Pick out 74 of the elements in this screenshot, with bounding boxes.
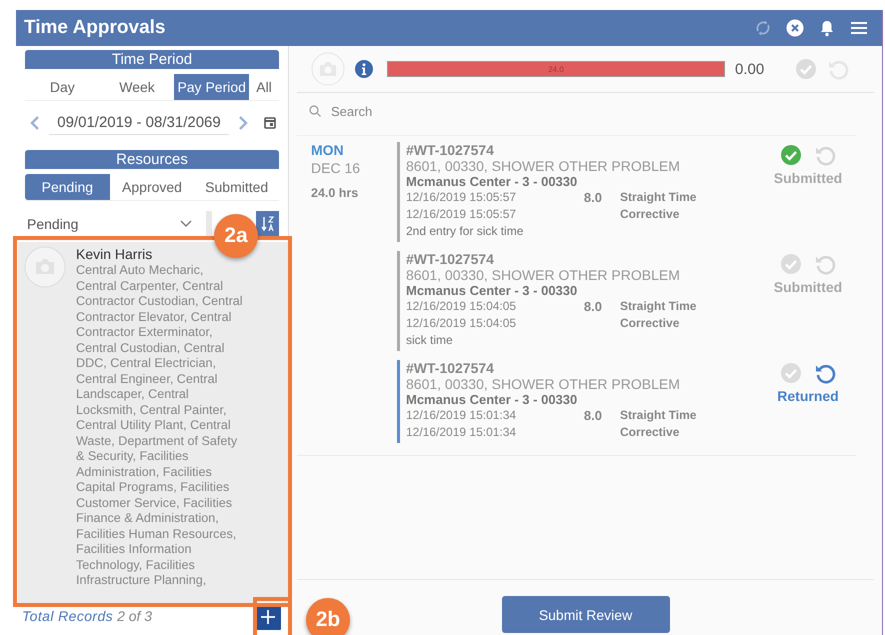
chevron-right-icon[interactable]: [237, 115, 249, 131]
undo-icon[interactable]: [814, 362, 836, 384]
period-tab[interactable]: All: [249, 74, 280, 100]
period-tab[interactable]: Week: [100, 74, 174, 100]
sort-button[interactable]: [256, 211, 279, 237]
sort-icon: [260, 215, 274, 233]
entry-note: 2nd entry for sick time: [406, 223, 524, 240]
location-label: Mcmanus Center - 3 - 00330: [406, 392, 578, 407]
status-tab[interactable]: Pending: [25, 174, 110, 200]
period-tab[interactable]: Pay Period: [174, 74, 250, 100]
filter-dropdown[interactable]: Pending: [27, 216, 200, 232]
work-order-title: 8601, 00330, SHOWER OTHER PROBLEM: [406, 158, 681, 174]
work-order-title: 8601, 00330, SHOWER OTHER PROBLEM: [406, 267, 681, 283]
end-time: 12/16/2019 15:04:05: [406, 315, 518, 332]
check-icon[interactable]: [780, 144, 802, 166]
period-tab[interactable]: Day: [25, 74, 100, 100]
weekday-label: MON: [311, 142, 345, 158]
pay-type: Straight Time: [620, 189, 698, 206]
search-icon: [309, 105, 321, 117]
total-records-label: Total Records: [22, 608, 114, 624]
entry-hours: 8.0: [582, 407, 602, 424]
location-label: Mcmanus Center - 3 - 00330: [406, 283, 578, 298]
work-order-title: 8601, 00330, SHOWER OTHER PROBLEM: [406, 376, 681, 392]
work-order-number: #WT-1027574: [406, 251, 495, 267]
work-type: Corrective: [620, 206, 680, 223]
end-time: 12/16/2019 15:01:34: [406, 424, 518, 441]
record-count: 2 of 3: [117, 608, 152, 624]
work-order-number: #WT-1027574: [406, 142, 495, 158]
status-tab[interactable]: Submitted: [194, 174, 280, 200]
close-icon[interactable]: [786, 19, 804, 37]
submit-review-button[interactable]: Submit Review: [502, 596, 670, 633]
date-label: DEC 16: [311, 160, 362, 176]
date-range[interactable]: 09/01/2019 - 08/31/2069: [49, 111, 229, 135]
section-header: Time Period: [25, 50, 279, 69]
toolbar-button[interactable]: [206, 211, 212, 237]
plus-icon: [260, 608, 276, 624]
bell-icon[interactable]: [818, 19, 836, 37]
total-value: 0.00: [735, 60, 766, 78]
check-icon[interactable]: [795, 58, 817, 80]
start-time: 12/16/2019 15:04:05: [406, 298, 518, 315]
status-label: Submitted: [774, 279, 842, 295]
info-icon[interactable]: [355, 60, 373, 78]
entry-hours: 8.0: [582, 298, 602, 315]
entry-hours: 8.0: [582, 189, 602, 206]
section-header: Resources: [25, 150, 279, 169]
chevron-down-icon: [180, 220, 192, 228]
resource-name: Kevin Harris: [76, 246, 154, 262]
status-label: Submitted: [774, 170, 842, 186]
time-entry[interactable]: #WT-1027574 8601, 00330, SHOWER OTHER PROBLEM Mcmanus Center - 3 - 00330 12/16/2019 15:04:05 8.0 Straight Time 12/16/2019 15:04:05 Corrective sick time Submitted: [397, 251, 856, 351]
pay-type: Straight Time: [620, 407, 698, 424]
menu-icon[interactable]: [850, 19, 868, 37]
end-time: 12/16/2019 15:05:57: [406, 206, 518, 223]
work-type: Corrective: [620, 315, 680, 332]
status-label: Returned: [777, 388, 839, 404]
check-icon[interactable]: [780, 362, 802, 384]
sync-icon[interactable]: [754, 19, 772, 37]
time-entry[interactable]: #WT-1027574 8601, 00330, SHOWER OTHER PROBLEM Mcmanus Center - 3 - 00330 12/16/2019 15:05:57 8.0 Straight Time 12/16/2019 15:05:57 Corrective 2nd entry for sick time Submitted: [397, 142, 856, 242]
pay-type: Straight Time: [620, 298, 698, 315]
calendar-icon[interactable]: [263, 115, 277, 131]
location-label: Mcmanus Center - 3 - 00330: [406, 174, 578, 189]
start-time: 12/16/2019 15:01:34: [406, 407, 518, 424]
work-order-number: #WT-1027574: [406, 360, 495, 376]
start-time: 12/16/2019 15:05:57: [406, 189, 518, 206]
status-tab[interactable]: Approved: [110, 174, 194, 200]
resource-roles: Central Auto Mecharic, Central Carpenter, Central Contractor Custodian, Central Contractor Elevator, Central Contractor Exterminator, Central Custodian, Central DDC, Central Electrician, Central Engineer, Central Landscaper, Central Locksmith, Central Painter, Central Utility Plant, Central Waste, Department of Safety & Security, Facilities Administration, Facilities Capital Programs, Facilities Customer Service, Facilities Finance & Administration, Facilities Human Resources, Facilities Information Technology, Facilities Infrastructure Planning,: [76, 263, 244, 588]
day-hours: 24.0 hrs: [311, 186, 360, 200]
work-type: Corrective: [620, 424, 680, 441]
entry-note: sick time: [406, 332, 454, 349]
app-title: Time Approvals: [24, 17, 166, 39]
check-icon[interactable]: [780, 253, 802, 275]
progress-fill: 24.0: [388, 62, 724, 76]
chevron-left-icon[interactable]: [29, 115, 41, 131]
search-field[interactable]: Search: [329, 102, 533, 120]
time-entry[interactable]: #WT-1027574 8601, 00330, SHOWER OTHER PROBLEM Mcmanus Center - 3 - 00330 12/16/2019 15:01:34 8.0 Straight Time 12/16/2019 15:01:34 Corrective Returned: [397, 360, 856, 443]
